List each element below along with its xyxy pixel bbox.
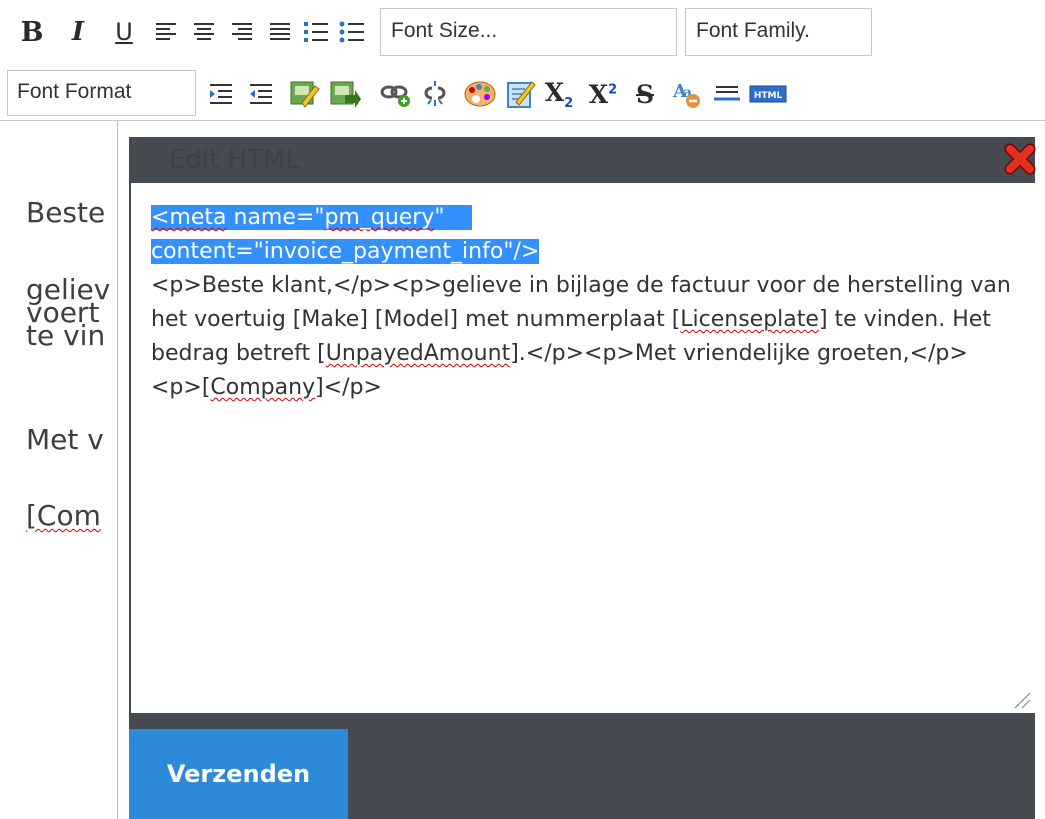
font-format-select[interactable]: Font Format [7, 70, 196, 116]
editor-left-border [117, 121, 118, 819]
align-left-button[interactable] [152, 14, 180, 50]
toolbar-divider [0, 120, 1045, 121]
remove-format-button[interactable]: Aa [670, 76, 706, 112]
unlink-button[interactable] [418, 76, 452, 112]
indent-icon [210, 84, 232, 104]
strikethrough-icon: S [635, 79, 655, 109]
outdent-icon [250, 84, 272, 104]
editor-toolbar: B I U Font Size... Font Family. Font For… [0, 0, 1045, 120]
edit-html-dialog: Edit HTML <meta name="pm_query" content=… [129, 137, 1037, 819]
editor-text-line: [Com [26, 499, 101, 532]
bold-button[interactable]: B [18, 14, 46, 50]
align-right-button[interactable] [228, 14, 256, 50]
italic-icon: I [71, 17, 85, 47]
selected-text-line-2: content="invoice_payment_info"/> [151, 239, 540, 264]
superscript-label: X [588, 79, 609, 109]
close-button[interactable] [1003, 142, 1037, 176]
editor-paragraph: geliev voert te vin [26, 276, 110, 352]
ordered-list-icon [304, 22, 328, 42]
html-badge-text: HTML [754, 91, 783, 101]
justify-icon [270, 23, 290, 40]
font-family-select[interactable]: Font Family. [685, 8, 872, 56]
superscript-button[interactable]: X2 [586, 76, 620, 112]
spell-error-meta: <meta [151, 205, 227, 230]
html-source-button[interactable]: HTML [748, 76, 788, 112]
link-icon [380, 85, 410, 107]
spell-error-word: Company [210, 375, 316, 400]
image-arrow-button[interactable] [328, 76, 362, 112]
underline-icon: U [115, 18, 133, 46]
strikethrough-button[interactable]: S [630, 76, 660, 112]
editor-text-line: te vin [26, 319, 106, 352]
spell-error-word: UnpayedAmount [325, 341, 511, 366]
close-icon [1004, 143, 1036, 175]
resize-grip-icon[interactable] [1011, 689, 1031, 709]
dialog-title: Edit HTML [169, 145, 300, 175]
dialog-footer: Verzenden [129, 715, 1035, 819]
remove-format-icon: Aa [672, 81, 700, 108]
edit-note-icon [507, 81, 536, 108]
align-right-icon [232, 23, 252, 40]
image-arrow-icon [330, 81, 361, 108]
selected-text: <meta name="pm_query" [151, 205, 473, 230]
spell-error-pm-query: pm_query [324, 205, 435, 230]
send-button[interactable]: Verzenden [129, 729, 348, 819]
html-source-icon: HTML [749, 85, 787, 103]
insert-image-icon [290, 81, 320, 108]
subscript-icon: X2 [545, 78, 573, 111]
html-body-text: ]</p> [315, 375, 382, 400]
color-palette-icon [464, 81, 496, 107]
unordered-list-icon [339, 21, 364, 43]
italic-button[interactable]: I [66, 14, 90, 50]
superscript-mark: 2 [608, 82, 618, 98]
horizontal-rule-button[interactable] [712, 76, 742, 112]
subscript-button[interactable]: X2 [542, 76, 576, 112]
bold-icon: B [20, 16, 44, 48]
html-source-textarea[interactable]: <meta name="pm_query" content="invoice_p… [131, 183, 1035, 713]
unlink-icon [424, 81, 446, 106]
ordered-list-button[interactable] [302, 14, 330, 50]
horizontal-rule-icon [714, 86, 740, 101]
edit-note-button[interactable] [504, 76, 538, 112]
align-left-icon [156, 23, 176, 40]
indent-button[interactable] [206, 76, 236, 112]
subscript-mark: 2 [564, 95, 574, 111]
spell-error-word: Licenseplate [680, 307, 819, 332]
align-center-button[interactable] [190, 14, 218, 50]
subscript-label: X [544, 77, 565, 107]
outdent-button[interactable] [246, 76, 276, 112]
color-palette-button[interactable] [462, 76, 498, 112]
justify-button[interactable] [266, 14, 294, 50]
underline-button[interactable]: U [110, 14, 138, 50]
align-center-icon [194, 23, 214, 40]
insert-image-button[interactable] [288, 76, 322, 112]
unordered-list-button[interactable] [338, 14, 366, 50]
dialog-header: Edit HTML [129, 137, 1037, 183]
editor-text-line: Met v [26, 423, 104, 456]
editor-text-line: Beste [26, 196, 106, 229]
font-size-select[interactable]: Font Size... [380, 8, 677, 56]
link-button[interactable] [378, 76, 412, 112]
superscript-icon: X2 [589, 80, 617, 109]
html-source-content: <meta name="pm_query" content="invoice_p… [151, 201, 1017, 405]
